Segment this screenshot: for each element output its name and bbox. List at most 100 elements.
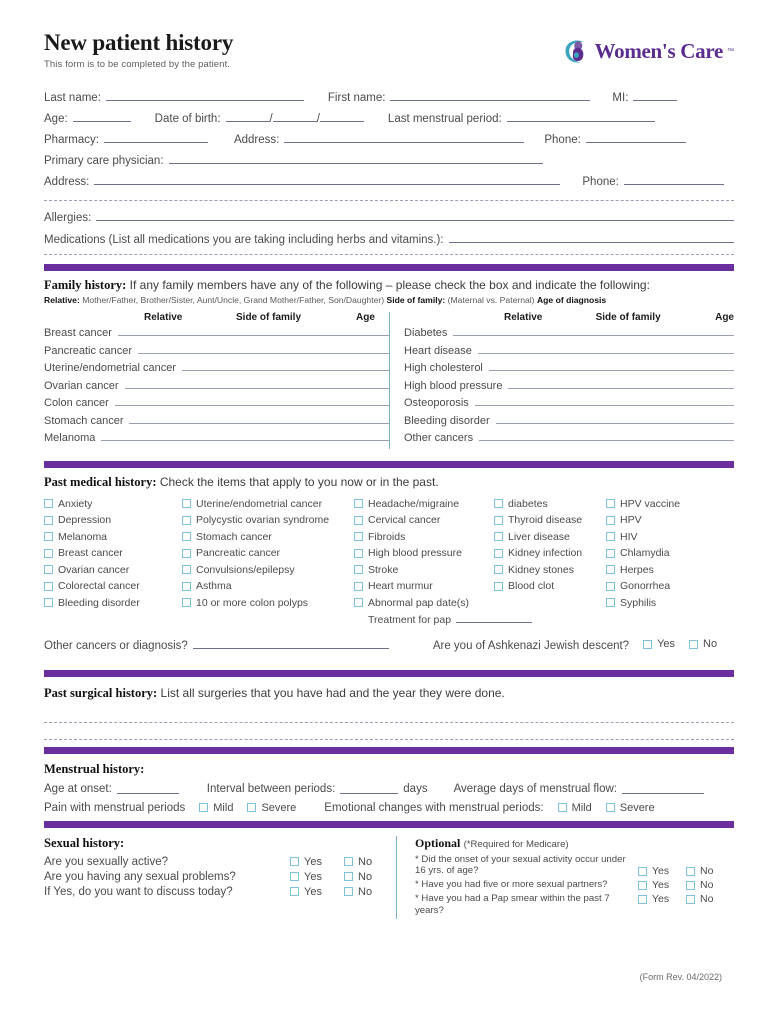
- checkbox-stroke[interactable]: Stroke: [354, 564, 494, 576]
- checkbox-box-icon[interactable]: [290, 872, 299, 881]
- checkbox-box-icon[interactable]: [638, 866, 647, 876]
- checkbox-box-icon[interactable]: [354, 548, 363, 558]
- row-input[interactable]: [138, 344, 389, 354]
- checkbox-hpv[interactable]: HPV: [606, 514, 706, 526]
- row-input[interactable]: [479, 431, 734, 441]
- age-at-onset-input[interactable]: [116, 783, 179, 794]
- checkbox-box-icon[interactable]: [605, 803, 615, 812]
- checkbox-gonorrhea[interactable]: Gonorrhea: [606, 580, 706, 592]
- checkbox-box-icon[interactable]: [606, 565, 615, 574]
- checkbox-headache-migraine[interactable]: Headache/migraine: [354, 498, 494, 510]
- checkbox-stomach-cancer[interactable]: Stomach cancer: [182, 531, 354, 543]
- emotional-severe-checkbox[interactable]: Severe: [605, 802, 655, 814]
- checkbox-box-icon[interactable]: [44, 548, 53, 558]
- checkbox-colon-polyps[interactable]: 10 or more colon polyps: [182, 597, 354, 609]
- checkbox-box-icon[interactable]: [354, 581, 363, 591]
- checkbox-box-icon[interactable]: [44, 598, 53, 607]
- checkbox-box-icon[interactable]: [290, 857, 299, 866]
- past-surgical-line-2[interactable]: [44, 738, 734, 740]
- checkbox-box-icon[interactable]: [182, 548, 191, 558]
- checkbox-abnormal-pap[interactable]: Abnormal pap date(s): [354, 597, 494, 609]
- checkbox-box-icon[interactable]: [182, 598, 191, 607]
- checkbox-box-icon[interactable]: [354, 499, 363, 508]
- sexually-active-yes[interactable]: Yes: [290, 856, 344, 868]
- discuss-today-no[interactable]: No: [344, 886, 396, 898]
- interval-input[interactable]: [340, 783, 399, 794]
- row-input[interactable]: [477, 344, 734, 354]
- row-input[interactable]: [129, 414, 389, 424]
- checkbox-box-icon[interactable]: [182, 565, 191, 574]
- checkbox-box-icon[interactable]: [494, 565, 503, 574]
- checkbox-box-icon[interactable]: [494, 499, 503, 508]
- checkbox-diabetes[interactable]: diabetes: [494, 498, 606, 510]
- row-input[interactable]: [124, 379, 389, 389]
- checkbox-box-icon[interactable]: [354, 515, 363, 525]
- checkbox-box-icon[interactable]: [494, 515, 503, 525]
- checkbox-box-icon[interactable]: [638, 894, 647, 904]
- checkbox-blood-clot[interactable]: Blood clot: [494, 580, 606, 592]
- checkbox-asthma[interactable]: Asthma: [182, 580, 354, 592]
- checkbox-depression[interactable]: Depression: [44, 514, 182, 526]
- avg-flow-input[interactable]: [622, 783, 705, 794]
- checkbox-ovarian-cancer[interactable]: Ovarian cancer: [44, 564, 182, 576]
- checkbox-high-blood-pressure[interactable]: High blood pressure: [354, 547, 494, 559]
- mi-input[interactable]: [633, 90, 678, 101]
- checkbox-box-icon[interactable]: [44, 515, 53, 525]
- dob-day-input[interactable]: [272, 111, 317, 122]
- checkbox-heart-murmur[interactable]: Heart murmur: [354, 580, 494, 592]
- last-name-input[interactable]: [105, 90, 304, 101]
- checkbox-box-icon[interactable]: [290, 887, 299, 896]
- checkbox-box-icon[interactable]: [557, 803, 567, 812]
- age-input[interactable]: [72, 111, 131, 122]
- row-input[interactable]: [114, 396, 389, 406]
- checkbox-box-icon[interactable]: [344, 887, 353, 896]
- checkbox-box-icon[interactable]: [44, 565, 53, 574]
- dob-year-input[interactable]: [319, 111, 364, 122]
- pharmacy-input[interactable]: [103, 132, 208, 143]
- first-name-input[interactable]: [390, 90, 591, 101]
- checkbox-box-icon[interactable]: [199, 803, 209, 812]
- ashkenazi-yes-checkbox[interactable]: Yes: [643, 638, 675, 650]
- checkbox-box-icon[interactable]: [606, 598, 615, 607]
- checkbox-box-icon[interactable]: [686, 866, 695, 876]
- lmp-input[interactable]: [506, 111, 655, 122]
- checkbox-box-icon[interactable]: [643, 639, 653, 649]
- checkbox-hiv[interactable]: HIV: [606, 531, 706, 543]
- checkbox-colorectal-cancer[interactable]: Colorectal cancer: [44, 580, 182, 592]
- treatment-for-pap-input[interactable]: [456, 612, 533, 623]
- checkbox-box-icon[interactable]: [344, 872, 353, 881]
- checkbox-box-icon[interactable]: [182, 515, 191, 525]
- checkbox-chlamydia[interactable]: Chlamydia: [606, 547, 706, 559]
- past-surgical-line-1[interactable]: [44, 721, 734, 723]
- pain-severe-checkbox[interactable]: Severe: [247, 802, 296, 814]
- checkbox-anxiety[interactable]: Anxiety: [44, 498, 182, 510]
- row-input[interactable]: [101, 431, 389, 441]
- emotional-mild-checkbox[interactable]: Mild: [557, 802, 592, 814]
- checkbox-box-icon[interactable]: [182, 532, 191, 541]
- onset-under-16-yes[interactable]: Yes: [638, 865, 686, 877]
- checkbox-thyroid-disease[interactable]: Thyroid disease: [494, 514, 606, 526]
- onset-under-16-no[interactable]: No: [686, 865, 734, 877]
- checkbox-box-icon[interactable]: [344, 857, 353, 866]
- checkbox-box-icon[interactable]: [354, 598, 363, 607]
- checkbox-breast-cancer[interactable]: Breast cancer: [44, 547, 182, 559]
- sexual-problems-no[interactable]: No: [344, 871, 396, 883]
- pcp-phone-input[interactable]: [623, 174, 724, 185]
- checkbox-pancreatic-cancer[interactable]: Pancreatic cancer: [182, 547, 354, 559]
- dob-month-input[interactable]: [225, 111, 270, 122]
- checkbox-kidney-stones[interactable]: Kidney stones: [494, 564, 606, 576]
- pcp-address-input[interactable]: [94, 174, 561, 185]
- checkbox-box-icon[interactable]: [44, 532, 53, 541]
- checkbox-hpv-vaccine[interactable]: HPV vaccine: [606, 498, 706, 510]
- allergies-input[interactable]: [96, 210, 734, 221]
- checkbox-box-icon[interactable]: [606, 581, 615, 591]
- row-input[interactable]: [453, 326, 734, 336]
- discuss-today-yes[interactable]: Yes: [290, 886, 344, 898]
- checkbox-fibroids[interactable]: Fibroids: [354, 531, 494, 543]
- checkbox-bleeding-disorder[interactable]: Bleeding disorder: [44, 597, 182, 609]
- sexual-problems-yes[interactable]: Yes: [290, 871, 344, 883]
- row-input[interactable]: [488, 361, 734, 371]
- checkbox-box-icon[interactable]: [606, 548, 615, 558]
- checkbox-box-icon[interactable]: [689, 639, 699, 649]
- pap-past-7-years-no[interactable]: No: [686, 893, 734, 905]
